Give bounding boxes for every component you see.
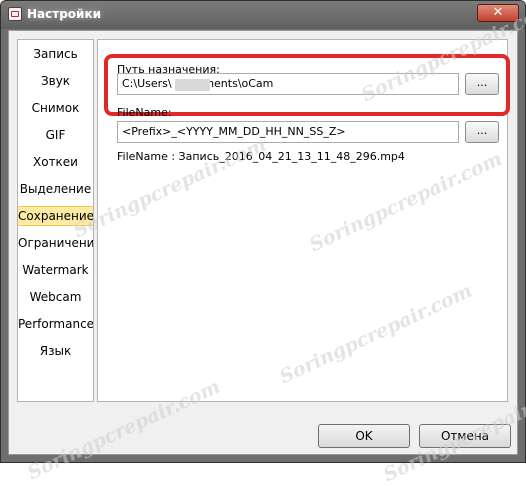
- sidebar-item-watermark[interactable]: Watermark: [18, 260, 93, 280]
- sidebar-item-language[interactable]: Язык: [18, 341, 93, 361]
- window-title: Настройки: [27, 7, 102, 21]
- sidebar-item-performance[interactable]: Performance: [18, 314, 93, 334]
- close-button[interactable]: ✕: [477, 4, 519, 22]
- sidebar-item-selection[interactable]: Выделение: [18, 179, 93, 199]
- dialog-client-area: Запись Звук Снимок GIF Хоткеи Выделение …: [8, 30, 518, 455]
- save-settings-panel: Путь назначения: C:\Users\ Documents\oCa…: [97, 39, 510, 402]
- filename-label: FileName:: [117, 106, 172, 119]
- filename-preview: FileName : Запись_2016_04_21_13_11_48_29…: [117, 150, 405, 163]
- title-bar[interactable]: Настройки ✕: [1, 1, 525, 29]
- settings-sidebar: Запись Звук Снимок GIF Хоткеи Выделение …: [17, 39, 94, 402]
- filename-pattern-field[interactable]: <Prefix>_<YYYY_MM_DD_HH_NN_SS_Z>: [117, 121, 459, 143]
- browse-filename-button[interactable]: ...: [465, 121, 499, 143]
- sidebar-item-hotkeys[interactable]: Хоткеи: [18, 152, 93, 172]
- redacted-username: [175, 79, 210, 91]
- cancel-button[interactable]: Отмена: [419, 424, 511, 448]
- destination-path-field[interactable]: C:\Users\ Documents\oCam: [117, 73, 459, 95]
- sidebar-item-limit[interactable]: Ограничение: [18, 233, 93, 253]
- settings-window: Настройки ✕ Запись Звук Снимок GIF Хотке…: [0, 0, 526, 486]
- sidebar-item-record[interactable]: Запись: [18, 44, 93, 64]
- app-icon: [8, 7, 22, 21]
- browse-destination-button[interactable]: ...: [465, 73, 499, 95]
- ok-button[interactable]: OK: [318, 424, 410, 448]
- sidebar-item-save[interactable]: Сохранение: [18, 206, 93, 226]
- sidebar-item-sound[interactable]: Звук: [18, 71, 93, 91]
- sidebar-item-webcam[interactable]: Webcam: [18, 287, 93, 307]
- sidebar-item-screenshot[interactable]: Снимок: [18, 98, 93, 118]
- sidebar-item-gif[interactable]: GIF: [18, 125, 93, 145]
